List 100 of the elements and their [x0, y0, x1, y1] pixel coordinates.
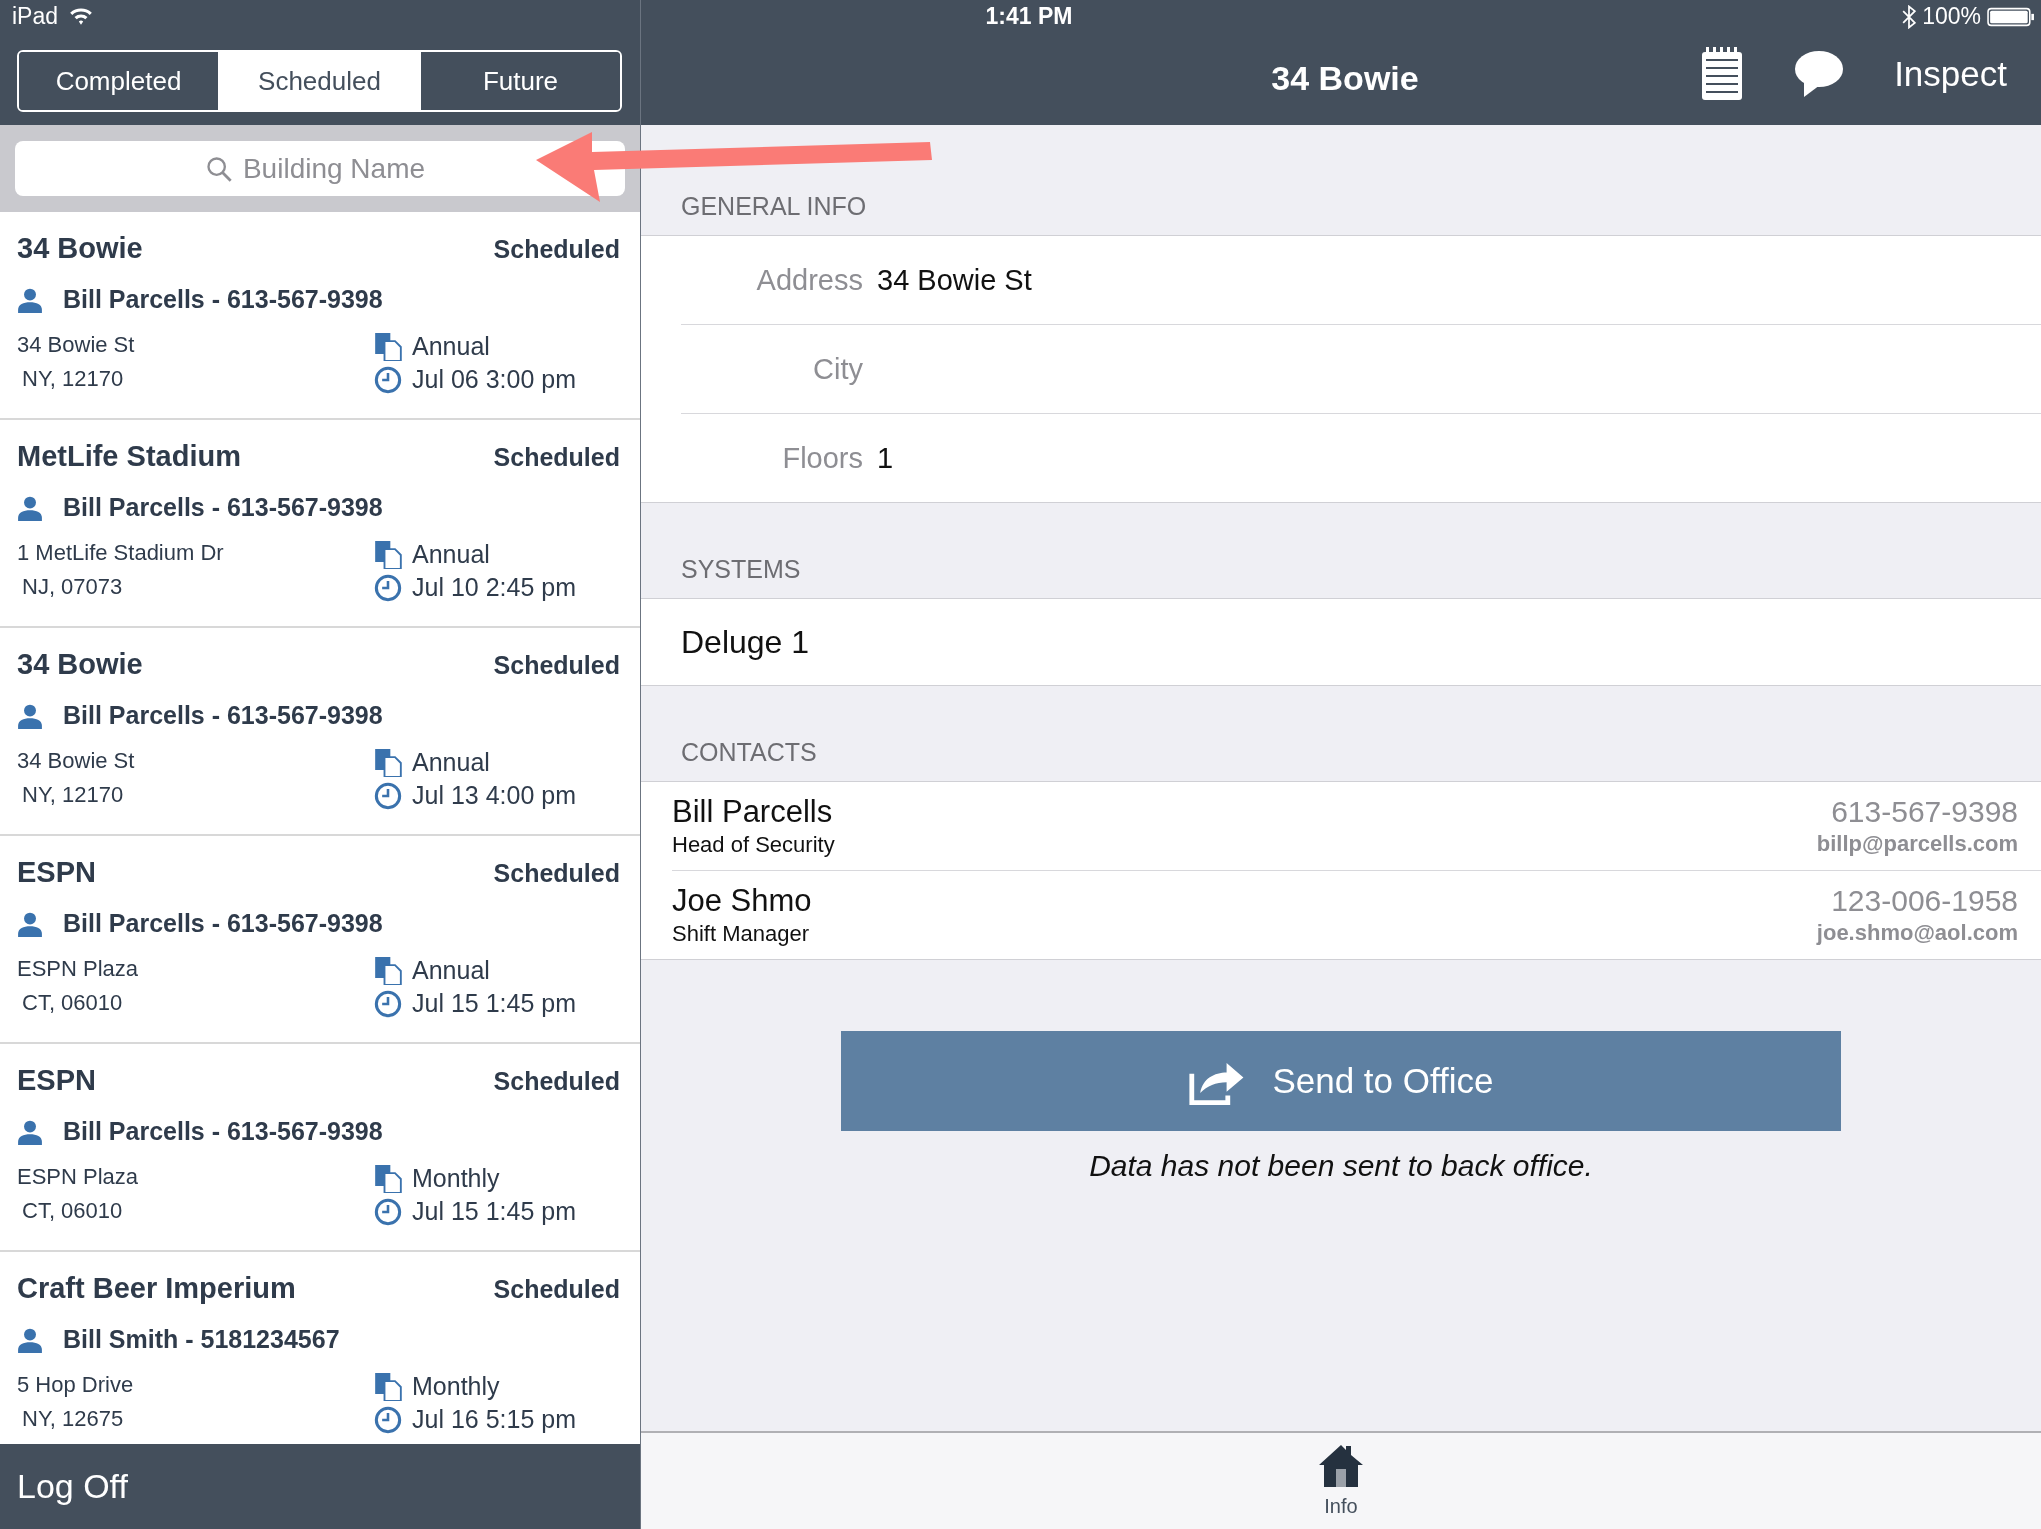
system-row[interactable]: Deluge 1	[641, 599, 2041, 685]
contact-name: Bill Parcells	[672, 794, 834, 830]
section-header: CONTACTS	[681, 738, 817, 767]
notepad-icon[interactable]	[1700, 46, 1745, 102]
documents-icon	[374, 956, 402, 985]
person-icon	[17, 702, 43, 729]
building-name: MetLife Stadium	[17, 440, 241, 473]
carrier-label: iPad	[12, 2, 59, 30]
documents-icon	[374, 540, 402, 569]
section-header: SYSTEMS	[681, 555, 801, 584]
field-label: Address	[755, 263, 863, 297]
address-line: CT, 06010	[21, 990, 124, 1016]
documents-icon	[374, 1164, 402, 1193]
frequency-label: Monthly	[412, 1164, 500, 1193]
frequency-label: Annual	[412, 956, 490, 985]
inspection-item[interactable]: MetLife Stadium Scheduled Bill Parcells - 613-567-9398 1 MetLife Stadium Dr NJ, 07073 Annual Jul 10 2:45 pm	[0, 420, 640, 628]
contact-name: Joe Shmo	[672, 883, 812, 919]
status-label: Scheduled	[493, 1275, 620, 1304]
inspection-item[interactable]: ESPN Scheduled Bill Parcells - 613-567-9398 ESPN Plaza CT, 06010 Monthly Jul 15 1:45 pm	[0, 1044, 640, 1252]
address-line: NY, 12170	[21, 366, 125, 392]
building-name: ESPN	[17, 1064, 96, 1097]
address-line: ESPN Plaza	[17, 956, 140, 982]
search-icon	[205, 155, 233, 183]
inspection-item[interactable]: 34 Bowie Scheduled Bill Parcells - 613-567-9398 34 Bowie St NY, 12170 Annual Jul 06 3:00 pm	[0, 212, 640, 420]
address-line: 1 MetLife Stadium Dr	[17, 540, 225, 566]
clock-icon	[374, 573, 402, 602]
frequency-label: Annual	[412, 332, 490, 361]
field-label: City	[812, 352, 863, 386]
documents-icon	[374, 332, 402, 361]
address-line: 5 Hop Drive	[17, 1372, 135, 1398]
field-label: Floors	[781, 441, 863, 475]
documents-icon	[374, 748, 402, 777]
address-line: 34 Bowie St	[17, 748, 136, 774]
status-label: Scheduled	[493, 443, 620, 472]
frequency-label: Annual	[412, 748, 490, 777]
send-status-message: Data has not been sent to back office.	[1089, 1149, 1593, 1183]
address-line: CT, 06010	[21, 1198, 124, 1224]
date-time-label: Jul 10 2:45 pm	[412, 573, 576, 602]
clock-icon	[374, 365, 402, 394]
building-name: ESPN	[17, 856, 96, 889]
frequency-label: Monthly	[412, 1372, 500, 1401]
date-time-label: Jul 16 5:15 pm	[412, 1405, 576, 1434]
segment-tab[interactable]: Completed	[19, 52, 220, 110]
contact-label: Bill Parcells - 613-567-9398	[63, 285, 383, 314]
contact-label: Bill Smith - 5181234567	[63, 1325, 340, 1354]
house-icon	[1318, 1443, 1364, 1489]
status-label: Scheduled	[493, 651, 620, 680]
clock-icon	[374, 1197, 402, 1226]
address-line: NJ, 07073	[21, 574, 124, 600]
section-header: GENERAL INFO	[681, 192, 867, 221]
contact-email: billp@parcells.com	[1816, 831, 2018, 857]
address-line: NY, 12675	[21, 1406, 125, 1432]
date-time-label: Jul 06 3:00 pm	[412, 365, 576, 394]
field-value: 34 Bowie St	[877, 263, 1032, 297]
contact-label: Bill Parcells - 613-567-9398	[63, 1117, 383, 1146]
inspection-item[interactable]: ESPN Scheduled Bill Parcells - 613-567-9398 ESPN Plaza CT, 06010 Annual Jul 15 1:45 pm	[0, 836, 640, 1044]
date-time-label: Jul 13 4:00 pm	[412, 781, 576, 810]
documents-icon	[374, 1372, 402, 1401]
screen-title: 34 Bowie	[1271, 59, 1419, 98]
clock-icon	[374, 1405, 402, 1434]
battery-icon	[1987, 6, 2035, 27]
contact-role: Shift Manager	[672, 921, 810, 947]
status-label: Scheduled	[493, 859, 620, 888]
person-icon	[17, 494, 43, 521]
date-time-label: Jul 15 1:45 pm	[412, 989, 576, 1018]
address-line: ESPN Plaza	[17, 1164, 140, 1190]
search-field[interactable]: Building Name	[15, 141, 625, 196]
send-to-office-button[interactable]: Send to Office	[841, 1031, 1841, 1131]
contact-label: Bill Parcells - 613-567-9398	[63, 493, 383, 522]
date-time-label: Jul 15 1:45 pm	[412, 1197, 576, 1226]
building-name: Craft Beer Imperium	[17, 1272, 296, 1305]
bluetooth-icon	[1902, 4, 1917, 29]
person-icon	[17, 286, 43, 313]
field-value: 1	[877, 441, 894, 475]
clock-icon	[374, 989, 402, 1018]
building-name: 34 Bowie	[17, 232, 143, 265]
log-off-button[interactable]: Log Off	[17, 1467, 128, 1506]
contact-label: Bill Parcells - 613-567-9398	[63, 909, 383, 938]
info-tab[interactable]: Info	[1318, 1433, 1364, 1529]
contact-role: Head of Security	[672, 832, 835, 858]
battery-percent: 100%	[1922, 3, 1981, 30]
clock-icon	[374, 781, 402, 810]
contact-label: Bill Parcells - 613-567-9398	[63, 701, 383, 730]
segment-tab[interactable]: Scheduled	[220, 52, 421, 110]
address-line: 34 Bowie St	[17, 332, 136, 358]
person-icon	[17, 1326, 43, 1353]
status-time: 1:41 PM	[985, 2, 1073, 30]
frequency-label: Annual	[412, 540, 490, 569]
inspect-button[interactable]: Inspect	[1894, 54, 2007, 94]
status-label: Scheduled	[493, 1067, 620, 1096]
person-icon	[17, 1118, 43, 1145]
contact-phone: 613-567-9398	[1831, 795, 2018, 829]
contact-phone: 123-006-1958	[1831, 884, 2018, 918]
speech-bubble-icon[interactable]	[1794, 50, 1845, 98]
inspection-item[interactable]: 34 Bowie Scheduled Bill Parcells - 613-567-9398 34 Bowie St NY, 12170 Annual Jul 13 4:00 pm	[0, 628, 640, 836]
status-label: Scheduled	[493, 235, 620, 264]
person-icon	[17, 910, 43, 937]
contact-email: joe.shmo@aol.com	[1816, 920, 2018, 946]
building-name: 34 Bowie	[17, 648, 143, 681]
address-line: NY, 12170	[21, 782, 125, 808]
